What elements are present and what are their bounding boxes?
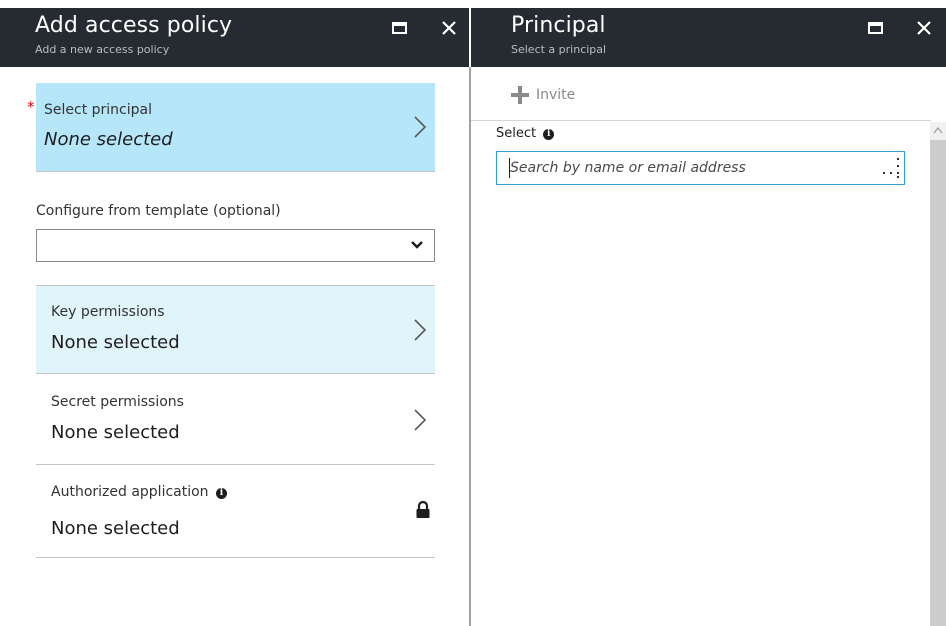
close-icon — [442, 21, 456, 35]
chevron-down-icon — [411, 241, 423, 249]
page: Add access policy Add a new access polic… — [0, 0, 946, 626]
text-caret — [509, 158, 510, 178]
key-permissions-value: None selected — [51, 332, 180, 353]
select-principal-value: None selected — [44, 129, 173, 150]
template-label: Configure from template (optional) — [36, 203, 281, 219]
command-bar-divider — [471, 120, 931, 121]
chevron-right-icon — [414, 116, 427, 138]
secret-permissions-label: Secret permissions — [51, 394, 184, 410]
resize-handle-icon[interactable] — [881, 156, 901, 180]
close-button[interactable] — [911, 15, 937, 41]
blade-header: Principal Select a principal — [471, 8, 946, 67]
vertical-scrollbar[interactable] — [930, 122, 946, 626]
chevron-right-icon — [414, 409, 427, 431]
maximize-button[interactable] — [386, 15, 412, 41]
authorized-application-label: Authorized application — [51, 484, 209, 500]
principal-blade: Principal Select a principal Invite Sele… — [471, 0, 946, 626]
maximize-icon — [867, 22, 883, 34]
maximize-button[interactable] — [862, 15, 888, 41]
blade-subtitle: Select a principal — [511, 43, 607, 56]
scrollbar-thumb[interactable] — [930, 140, 946, 626]
blade-title: Principal — [511, 13, 606, 38]
blade-subtitle: Add a new access policy — [35, 43, 170, 56]
close-icon — [917, 21, 931, 35]
lock-icon — [416, 500, 430, 518]
add-access-policy-blade: Add access policy Add a new access polic… — [0, 0, 469, 626]
key-permissions-row[interactable]: Key permissions None selected — [36, 285, 435, 374]
template-dropdown[interactable] — [36, 229, 435, 262]
invite-button[interactable]: Invite — [510, 83, 575, 107]
required-indicator: * — [27, 98, 35, 116]
close-button[interactable] — [436, 15, 462, 41]
plus-icon — [511, 86, 529, 104]
select-principal-label: Select principal — [44, 102, 152, 118]
principal-search-input[interactable] — [496, 151, 905, 185]
chevron-right-icon — [414, 319, 427, 341]
select-label-wrap: Select i — [496, 126, 555, 141]
select-principal-row[interactable]: * Select principal None selected — [27, 83, 435, 172]
info-icon[interactable]: i — [543, 129, 555, 140]
authorized-application-row: Authorized application i None selected — [36, 466, 435, 558]
blade-title: Add access policy — [35, 13, 233, 38]
secret-permissions-row[interactable]: Secret permissions None selected — [36, 376, 435, 465]
key-permissions-label: Key permissions — [51, 304, 165, 320]
info-icon[interactable]: i — [216, 488, 228, 499]
maximize-icon — [391, 22, 407, 34]
blade-header: Add access policy Add a new access polic… — [0, 8, 469, 67]
secret-permissions-value: None selected — [51, 422, 180, 443]
select-label: Select — [496, 126, 537, 141]
authorized-application-value: None selected — [51, 518, 180, 539]
authorized-application-label-wrap: Authorized application i — [51, 484, 228, 500]
scroll-up-icon[interactable] — [933, 126, 943, 134]
invite-label: Invite — [536, 87, 576, 103]
